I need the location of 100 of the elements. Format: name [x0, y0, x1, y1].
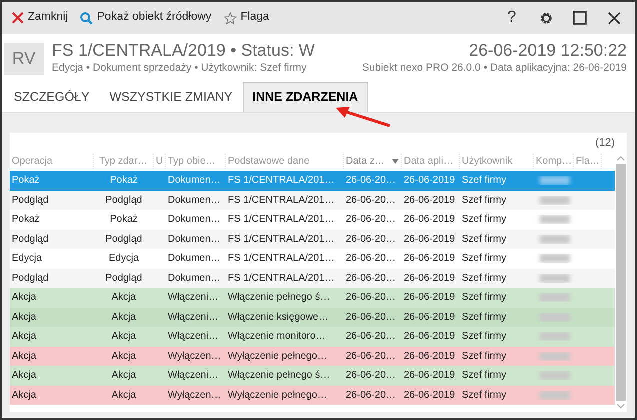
table-cell-text: Pokaż — [109, 174, 139, 188]
table-cell-text: Włączeni… — [167, 310, 220, 325]
table-cell-text: 26-06-20… — [345, 232, 398, 247]
table-cell-text: Pokaż — [11, 213, 41, 228]
table-cell-text: Szef firmy — [461, 252, 508, 266]
table-row[interactable]: Akcja Akcja Wyłączen… Wyłączenie pełnego… 26-06-20… 26-06-2019 Szef firmy — [10, 346, 615, 366]
table-cell-text: Szef firmy — [461, 310, 508, 325]
table-cell-text: 26-06-20… — [345, 350, 398, 364]
column-header[interactable]: Data z… — [344, 154, 402, 169]
settings-icon — [538, 10, 554, 26]
table-cell-text: 26-06-2019 — [403, 232, 456, 247]
table-cell-text: Szef firmy — [461, 350, 508, 364]
table-cell-text: 26-06-20… — [345, 272, 398, 286]
table-cell-text: 26-06-2019 — [403, 213, 456, 228]
table-cell-text: Podgląd — [11, 272, 50, 286]
table-cell-text: Akcja — [11, 330, 38, 344]
table-cell-text: Akcja — [11, 369, 38, 384]
record-count: (12) — [594, 136, 615, 152]
scroll-down-icon[interactable] — [617, 404, 625, 409]
scroll-up-icon[interactable] — [617, 156, 625, 162]
help-button[interactable]: ? — [497, 6, 527, 30]
tab[interactable]: SZCZEGÓŁY — [4, 82, 100, 112]
table-cell-text: 26-06-20… — [345, 194, 398, 208]
table-cell-text: 26-06-2019 — [403, 272, 456, 286]
tab[interactable]: INNE ZDARZENIA — [242, 82, 368, 112]
table-cell-text: Pokaż — [109, 213, 139, 228]
table-cell-text: Akcja — [110, 310, 138, 325]
table-cell-text: 26-06-20… — [345, 310, 398, 325]
tab[interactable]: WSZYSTKIE ZMIANY — [100, 82, 243, 112]
table-cell-text: 26-06-20… — [345, 291, 398, 306]
redacted-text — [540, 176, 570, 186]
table-cell-text: Podgląd — [104, 272, 144, 286]
table-cell-text: FS 1/CENTRALA/201… — [227, 194, 336, 208]
table-cell-text: Akcja — [110, 388, 138, 403]
table-cell-text: Włączenie monitoro… — [227, 330, 327, 344]
table-cell-text: Włączeni… — [167, 291, 220, 306]
annotation-arrow — [334, 104, 392, 128]
redacted-text — [540, 234, 570, 244]
table-cell-text: Wyłączen… — [167, 350, 222, 364]
close-icon — [608, 12, 620, 24]
table-cell-text: 26-06-2019 — [403, 174, 456, 188]
document-title: FS 1/CENTRALA/2019 • Status: W — [52, 42, 316, 61]
table-cell-text: Dokumen… — [167, 232, 222, 247]
table-row[interactable]: Akcja Akcja Wyłączen… Wyłączenie pełnego… 26-06-20… 26-06-2019 Szef firmy — [10, 386, 615, 406]
close-button[interactable]: Zamknij — [28, 9, 68, 27]
table-cell-text: Wyłączenie pełnego… — [227, 388, 328, 403]
table-cell-text: Podgląd — [11, 194, 50, 208]
table-cell-text: Edycja — [11, 252, 44, 266]
table-cell-text: 26-06-20… — [345, 388, 398, 403]
sort-icon — [392, 158, 399, 164]
table-row[interactable]: Akcja Akcja Włączeni… Włączenie pełnego ś… 26-06-20… 26-06-2019 Szef firmy — [10, 288, 615, 308]
show-source-button[interactable]: Pokaż obiekt źródłowy — [97, 9, 212, 27]
meta-text: Subiekt nexo PRO 26.0.0 • Data aplikacyjna: 26-06-2019 — [362, 60, 627, 76]
table-row[interactable]: Podgląd Podgląd Dokumen… FS 1/CENTRALA/201… 26-06-20… 26-06-2019 Szef firmy — [10, 190, 615, 210]
table-cell-text: Szef firmy — [461, 388, 508, 403]
avatar: RV — [4, 43, 44, 76]
table-cell-text: Szef firmy — [461, 330, 508, 344]
table-row[interactable]: Akcja Akcja Włączeni… Włączenie monitoro… 26-06-20… 26-06-2019 Szef firmy — [10, 327, 615, 347]
redacted-text — [540, 332, 570, 342]
table-cell-text: 26-06-2019 — [403, 330, 456, 344]
table-row[interactable]: Akcja Akcja Włączeni… Włączenie księgowe… 26-06-20… 26-06-2019 Szef firmy — [10, 308, 615, 328]
table-cell-text: FS 1/CENTRALA/201… — [227, 174, 336, 188]
table-cell-text: 26-06-20… — [345, 174, 398, 188]
table-cell-text: 26-06-2019 — [403, 310, 456, 325]
table-cell-text: Włączenie pełnego ś… — [227, 369, 332, 384]
table-cell-text: 26-06-2019 — [403, 388, 456, 403]
table-cell-text: Szef firmy — [461, 291, 508, 306]
table-cell-text: Akcja — [110, 291, 138, 306]
table-cell-text: Wyłączenie pełnego… — [227, 350, 328, 364]
redacted-text — [540, 352, 570, 361]
redacted-text — [540, 254, 570, 264]
search-icon — [80, 12, 94, 24]
table-cell-text: Dokumen… — [167, 213, 222, 228]
table-cell-text: Dokumen… — [167, 194, 222, 208]
table-cell-text: FS 1/CENTRALA/201… — [227, 272, 336, 286]
flag-button[interactable]: Flaga — [240, 9, 270, 27]
table-cell-text: Akcja — [11, 388, 38, 403]
table-cell-text: Szef firmy — [461, 174, 508, 188]
table-cell-text: Akcja — [11, 310, 38, 325]
table-cell-text: FS 1/CENTRALA/201… — [227, 232, 336, 247]
table-row[interactable]: Podgląd Podgląd Dokumen… FS 1/CENTRALA/201… 26-06-20… 26-06-2019 Szef firmy — [10, 268, 615, 288]
table-row[interactable]: Podgląd Podgląd Dokumen… FS 1/CENTRALA/201… 26-06-20… 26-06-2019 Szef firmy — [10, 230, 615, 250]
redacted-text — [540, 390, 570, 400]
table-cell-text: Szef firmy — [461, 194, 508, 208]
table-cell-text: Dokumen… — [167, 252, 222, 266]
table-cell-text: 26-06-20… — [345, 213, 398, 228]
table-cell-text: Wyłączen… — [167, 388, 222, 403]
table-row[interactable]: Akcja Akcja Włączeni… Włączenie pełnego ś… 26-06-20… 26-06-2019 Szef firmy — [10, 366, 615, 386]
table-cell-text: 26-06-2019 — [403, 369, 456, 384]
star-icon — [224, 12, 237, 24]
table-cell-text: Szef firmy — [461, 213, 508, 228]
table-cell-text: Włączenie księgowe… — [227, 310, 330, 325]
table-cell-text: Pokaż — [11, 174, 41, 188]
table-cell-text: Włączeni… — [167, 330, 220, 344]
redacted-text — [540, 215, 570, 224]
table-cell-text: Edycja — [108, 252, 140, 266]
table-cell-text: Akcja — [110, 350, 138, 364]
table-cell-text: Szef firmy — [461, 232, 508, 247]
table-cell-text: 26-06-20… — [345, 252, 398, 266]
close-icon — [12, 12, 24, 24]
